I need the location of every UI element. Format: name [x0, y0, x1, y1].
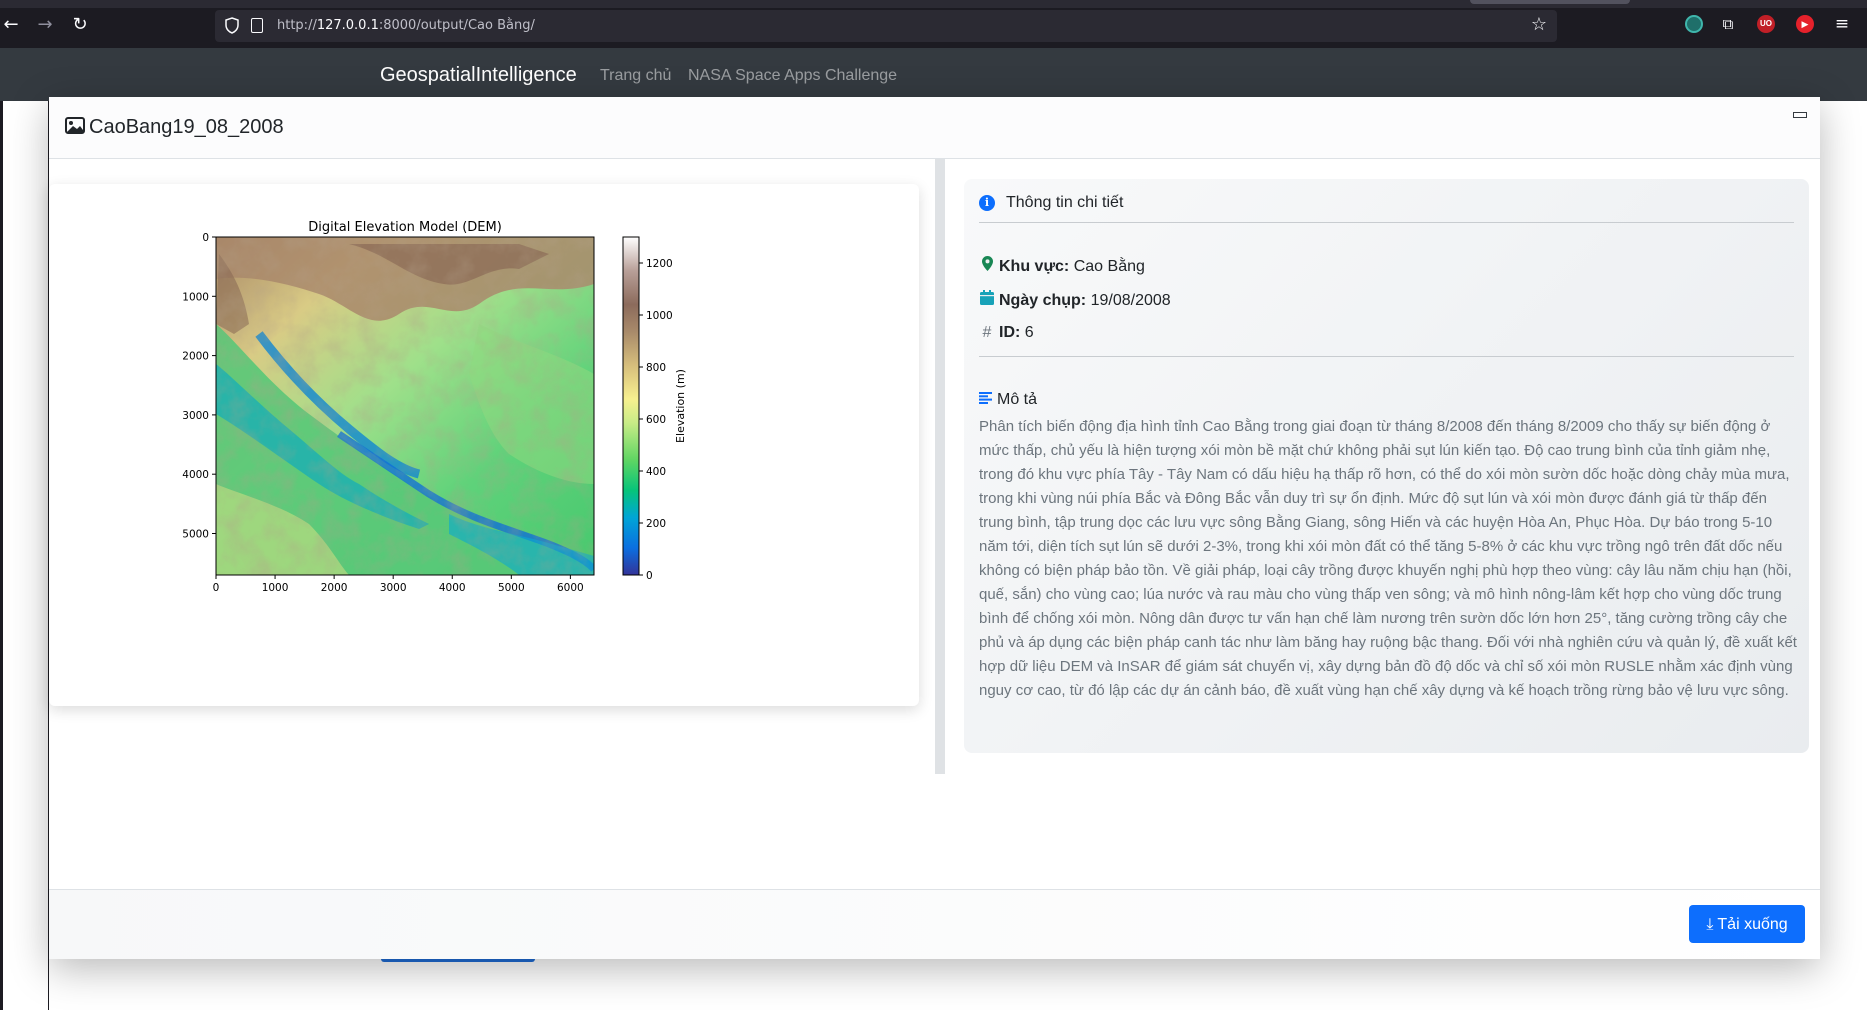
- modal-footer: ⤓ Tải xuống: [49, 889, 1820, 959]
- x-axis: 0 1000 2000 3000 4000 5000 6000: [213, 575, 584, 594]
- ublock-icon[interactable]: UO: [1757, 15, 1775, 33]
- id-value: 6: [1024, 324, 1034, 341]
- address-bar[interactable]: http://127.0.0.1:8000/output/Cao Bằng/ ☆: [215, 10, 1557, 42]
- region-label: Khu vực:: [999, 258, 1070, 275]
- image-modal: CaoBang19_08_2008 Digital Elevation Mode…: [49, 97, 1820, 959]
- x-tick-label: 3000: [380, 582, 407, 594]
- play-icon[interactable]: ▶: [1796, 15, 1814, 33]
- colorbar-tick-label: 600: [646, 414, 666, 426]
- modal-body: Digital Elevation Model (DEM) 0 1000 200…: [49, 159, 1820, 889]
- download-label: Tải xuống: [1717, 916, 1788, 933]
- back-arrow-icon[interactable]: ←: [0, 14, 22, 36]
- description-heading: Mô tả: [979, 391, 1037, 409]
- region-value: Cao Bằng: [1073, 258, 1145, 275]
- puzzle-icon[interactable]: ⧉: [1719, 15, 1737, 33]
- browser-toolbar: ← → ↻ http://127.0.0.1:8000/output/Cao B…: [0, 0, 1867, 48]
- description-heading-text: Mô tả: [997, 391, 1038, 408]
- x-tick-label: 4000: [439, 582, 466, 594]
- colorbar-tick-label: 800: [646, 362, 666, 374]
- id-label: ID:: [999, 324, 1021, 341]
- site-navbar: GeospatialIntelligence Trang chủ NASA Sp…: [0, 48, 1867, 101]
- shield-icon: [225, 17, 239, 34]
- description-text: Phân tích biến động địa hình tỉnh Cao Bằ…: [979, 418, 1797, 699]
- nav-link-nasa[interactable]: NASA Space Apps Challenge: [688, 67, 897, 85]
- info-panel: i Thông tin chi tiết Khu vực: Cao Bằng N…: [964, 179, 1809, 753]
- y-tick-label: 0: [202, 232, 209, 244]
- y-tick-label: 2000: [182, 351, 209, 363]
- reload-icon[interactable]: ↻: [69, 14, 91, 36]
- image-icon: [65, 117, 85, 134]
- download-icon: ⤓: [1706, 914, 1714, 933]
- nav-link-home[interactable]: Trang chủ: [600, 67, 671, 85]
- download-button[interactable]: ⤓ Tải xuống: [1689, 905, 1805, 943]
- info-divider: [979, 222, 1794, 223]
- y-tick-label: 5000: [182, 528, 209, 540]
- url-text[interactable]: http://127.0.0.1:8000/output/Cao Bằng/: [277, 18, 535, 33]
- y-tick-label: 4000: [182, 469, 209, 481]
- x-tick-label: 5000: [498, 582, 525, 594]
- page-backdrop: [0, 101, 49, 1010]
- modal-header: CaoBang19_08_2008: [49, 97, 1820, 159]
- colorbar-tick-label: 400: [646, 466, 666, 478]
- info-icon: i: [979, 195, 995, 211]
- region-field: Khu vực: Cao Bằng: [979, 256, 1145, 276]
- colorbar: [622, 236, 640, 576]
- align-left-icon: [979, 391, 993, 409]
- forward-arrow-icon[interactable]: →: [34, 14, 56, 36]
- colorbar-tick-label: 0: [646, 570, 653, 582]
- bookmark-star-icon[interactable]: ☆: [1531, 14, 1547, 35]
- info-divider: [979, 356, 1794, 357]
- date-value: 19/08/2008: [1090, 292, 1171, 309]
- page-icon: [251, 18, 263, 33]
- extension-icon[interactable]: [1685, 15, 1703, 33]
- hashtag-icon: #: [982, 324, 992, 341]
- x-tick-label: 2000: [321, 582, 348, 594]
- y-tick-label: 1000: [182, 291, 209, 303]
- map-marker-icon: [979, 256, 995, 276]
- y-tick-label: 3000: [182, 410, 209, 422]
- browser-tab[interactable]: [1470, 0, 1630, 4]
- x-tick-label: 1000: [262, 582, 289, 594]
- x-tick-label: 0: [213, 582, 220, 594]
- colorbar-axis: 0 200 400 600 800 1000 1200: [639, 258, 673, 582]
- menu-icon[interactable]: ≡: [1833, 15, 1851, 33]
- calendar-icon: [979, 290, 995, 310]
- date-field: Ngày chụp: 19/08/2008: [979, 290, 1171, 310]
- y-axis: 0 1000 2000 3000 4000 5000: [182, 232, 216, 540]
- colorbar-label: Elevation (m): [674, 369, 687, 443]
- navbar-brand[interactable]: GeospatialIntelligence: [380, 64, 577, 87]
- dem-raster: [216, 237, 594, 575]
- chart-title: Digital Elevation Model (DEM): [308, 220, 502, 235]
- colorbar-tick-label: 1000: [646, 310, 673, 322]
- x-tick-label: 6000: [557, 582, 584, 594]
- date-label: Ngày chụp:: [999, 292, 1087, 309]
- panel-divider[interactable]: [935, 159, 945, 774]
- colorbar-tick-label: 200: [646, 518, 666, 530]
- dem-image-card: Digital Elevation Model (DEM) 0 1000 200…: [49, 184, 919, 706]
- id-field: # ID: 6: [979, 324, 1034, 342]
- info-heading: Thông tin chi tiết: [1006, 194, 1124, 211]
- dem-chart: Digital Elevation Model (DEM) 0 1000 200…: [182, 220, 687, 594]
- colorbar-tick-label: 1200: [646, 258, 673, 270]
- modal-title: CaoBang19_08_2008: [89, 116, 284, 138]
- minimize-button[interactable]: [1792, 107, 1807, 121]
